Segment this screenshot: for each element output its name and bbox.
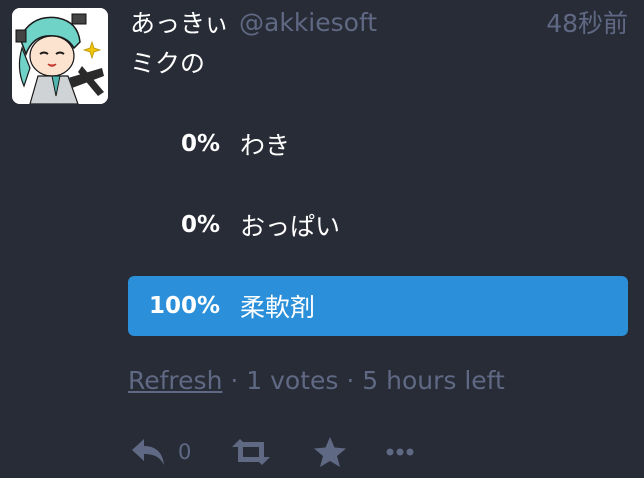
poll-time-left: 5 hours left [362, 366, 505, 395]
poll-footer-separator: · [222, 366, 247, 395]
boost-icon [231, 436, 271, 468]
poll-option: 0% おっぱい [128, 195, 628, 255]
poll-option-percent: 0% [180, 212, 220, 238]
timestamp[interactable]: 48秒前 [546, 4, 628, 40]
more-icon [385, 436, 415, 468]
poll-option-label: おっぱい [240, 212, 341, 241]
poll-option-percent: 0% [180, 131, 220, 157]
more-button[interactable] [385, 436, 415, 468]
reply-count: 0 [178, 440, 192, 464]
avatar-image [12, 8, 108, 104]
reply-button[interactable]: 0 [130, 436, 191, 468]
poll-vote-count: 1 votes [246, 366, 339, 395]
favourite-button[interactable] [313, 436, 347, 468]
poll-refresh-link[interactable]: Refresh [128, 366, 222, 395]
boost-button[interactable] [231, 436, 271, 468]
poll-option: 0% わき [128, 114, 628, 174]
poll-option-label: 柔軟剤 [240, 293, 316, 322]
status-content: ミクの [130, 49, 206, 78]
status-card: あっきぃ @akkiesoft 48秒前 ミクの 0% わき 0% おっぱい 1… [0, 0, 644, 478]
account-handle[interactable]: @akkiesoft [239, 8, 377, 37]
display-name[interactable]: あっきぃ [130, 4, 229, 40]
poll-option-percent: 100% [148, 293, 220, 319]
poll-footer-separator: · [338, 366, 363, 395]
poll: 0% わき 0% おっぱい 100% 柔軟剤 [128, 114, 628, 357]
favourite-icon [313, 436, 347, 468]
status-header: あっきぃ @akkiesoft 48秒前 [130, 4, 628, 40]
poll-footer: Refresh · 1 votes · 5 hours left [128, 366, 505, 395]
status-action-bar: 0 [130, 432, 415, 472]
poll-option-label: わき [240, 131, 291, 160]
reply-icon [130, 436, 166, 468]
poll-option: 100% 柔軟剤 [128, 276, 628, 336]
avatar[interactable] [12, 8, 108, 104]
